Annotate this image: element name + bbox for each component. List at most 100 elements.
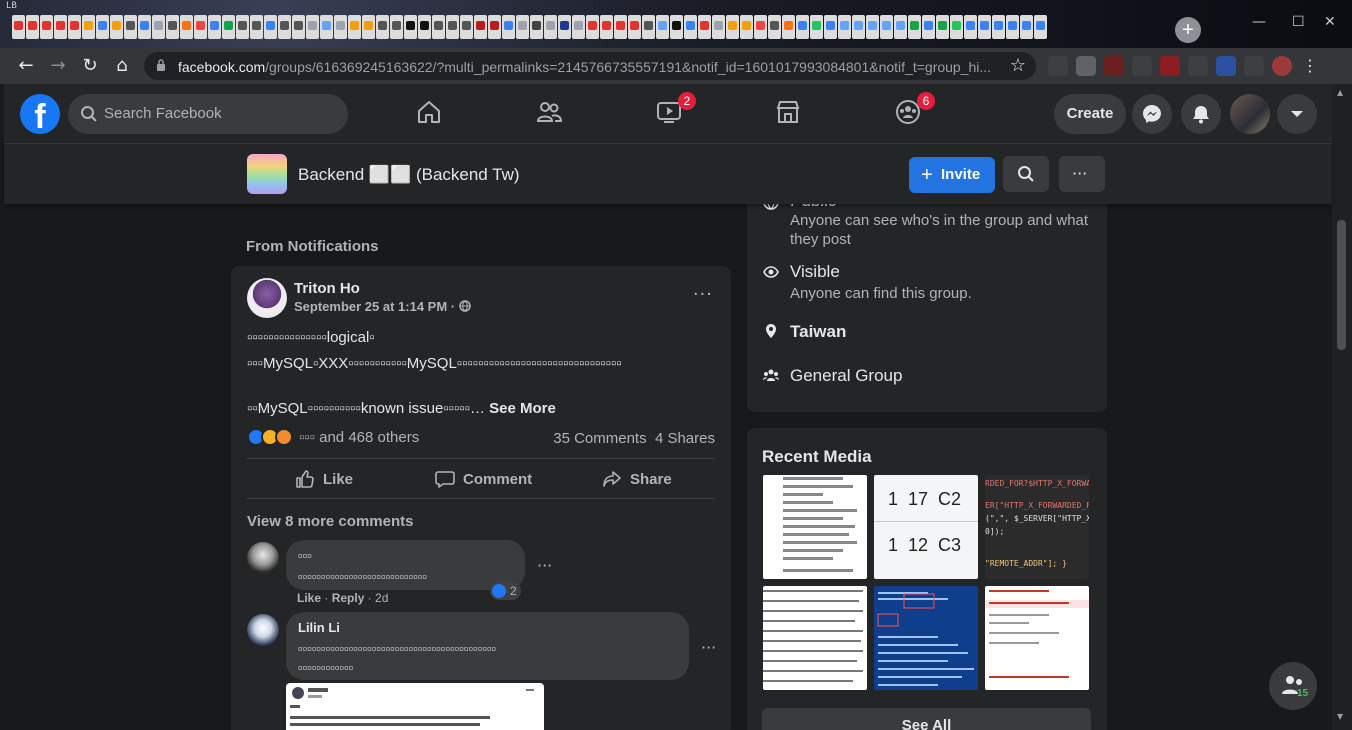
shares-count[interactable]: 4 Shares: [655, 430, 715, 447]
browser-tab[interactable]: [796, 15, 809, 39]
share-button[interactable]: Share: [602, 462, 672, 496]
browser-tab[interactable]: [922, 15, 935, 39]
scroll-up-arrow-icon[interactable]: ▲: [1337, 88, 1343, 97]
comment-button[interactable]: Comment: [435, 462, 532, 496]
browser-tab[interactable]: [516, 15, 529, 39]
browser-tab[interactable]: [222, 15, 235, 39]
browser-tab[interactable]: [124, 15, 137, 39]
browser-tab[interactable]: [670, 15, 683, 39]
browser-tab[interactable]: [474, 15, 487, 39]
browser-tab[interactable]: [698, 15, 711, 39]
browser-tab[interactable]: [418, 15, 431, 39]
media-thumbnail[interactable]: [874, 586, 978, 690]
browser-tab[interactable]: [600, 15, 613, 39]
post-author-avatar[interactable]: [247, 278, 287, 318]
comment-reply-link[interactable]: Reply: [332, 591, 365, 605]
comment-options-icon[interactable]: ···: [701, 638, 716, 657]
browser-tab[interactable]: [460, 15, 473, 39]
group-cover-thumbnail[interactable]: [247, 154, 287, 194]
comment-age[interactable]: 2d: [375, 591, 388, 605]
browser-tab[interactable]: [782, 15, 795, 39]
create-button[interactable]: Create: [1054, 94, 1126, 134]
browser-tab[interactable]: [278, 15, 291, 39]
browser-tab[interactable]: [432, 15, 445, 39]
location-text[interactable]: Taiwan: [790, 322, 846, 342]
browser-tab[interactable]: [726, 15, 739, 39]
browser-tab[interactable]: [26, 15, 39, 39]
browser-tab[interactable]: [376, 15, 389, 39]
extension-icon[interactable]: [1104, 56, 1124, 76]
search-box[interactable]: Search Facebook: [68, 94, 348, 134]
comment-attachment-image[interactable]: [286, 683, 544, 730]
post-timestamp[interactable]: September 25 at 1:14 PM ·: [294, 299, 471, 314]
account-menu-button[interactable]: [1277, 94, 1317, 134]
see-all-media-button[interactable]: See All: [762, 708, 1091, 730]
browser-tab[interactable]: [866, 15, 879, 39]
browser-tab[interactable]: [754, 15, 767, 39]
group-more-button[interactable]: ···: [1059, 156, 1105, 192]
browser-tab[interactable]: [530, 15, 543, 39]
browser-tab[interactable]: [642, 15, 655, 39]
browser-tab[interactable]: [572, 15, 585, 39]
browser-tab[interactable]: [194, 15, 207, 39]
facebook-logo[interactable]: f: [20, 94, 60, 134]
browser-tab[interactable]: [96, 15, 109, 39]
forward-icon[interactable]: →: [46, 54, 70, 78]
extension-icon[interactable]: [1216, 56, 1236, 76]
media-thumbnail[interactable]: [763, 586, 867, 690]
comment-like-link[interactable]: Like: [297, 591, 321, 605]
browser-tab[interactable]: [250, 15, 263, 39]
browser-tab[interactable]: [684, 15, 697, 39]
profile-avatar[interactable]: [1230, 94, 1270, 134]
browser-tab[interactable]: [614, 15, 627, 39]
browser-menu-icon[interactable]: ⋮: [1300, 56, 1320, 76]
browser-tab[interactable]: [292, 15, 305, 39]
browser-tab[interactable]: [712, 15, 725, 39]
home-nav-icon[interactable]: [415, 98, 443, 126]
browser-tab[interactable]: [586, 15, 599, 39]
notifications-button[interactable]: [1181, 94, 1221, 134]
media-thumbnail[interactable]: RDED_FOR?$HTTP_X_FORWAR ER["HTTP_X_FORWA…: [985, 475, 1089, 579]
browser-tab[interactable]: [236, 15, 249, 39]
maximize-icon[interactable]: ☐: [1292, 14, 1305, 30]
browser-tab[interactable]: [348, 15, 361, 39]
browser-tab[interactable]: [390, 15, 403, 39]
browser-tab[interactable]: [152, 15, 165, 39]
browser-tab[interactable]: [950, 15, 963, 39]
see-more-link[interactable]: See More: [489, 400, 556, 417]
extension-icon[interactable]: [1244, 56, 1264, 76]
browser-tab[interactable]: [838, 15, 851, 39]
browser-tab[interactable]: [320, 15, 333, 39]
home-icon[interactable]: ⌂: [110, 54, 134, 78]
browser-tab[interactable]: [768, 15, 781, 39]
browser-tab[interactable]: [740, 15, 753, 39]
post-author-name[interactable]: Triton Ho: [294, 280, 360, 297]
browser-tab[interactable]: [82, 15, 95, 39]
minimize-icon[interactable]: —: [1252, 14, 1266, 30]
browser-tab[interactable]: [908, 15, 921, 39]
browser-tab[interactable]: [852, 15, 865, 39]
browser-tab[interactable]: [166, 15, 179, 39]
commenter-avatar[interactable]: [247, 542, 279, 574]
comment-options-icon[interactable]: ···: [537, 556, 552, 575]
extension-icon[interactable]: [1048, 56, 1068, 76]
profile-avatar-icon[interactable]: [1272, 56, 1292, 76]
friends-nav-icon[interactable]: [535, 98, 563, 126]
media-thumbnail[interactable]: 1 17 C2 1 12 C3: [874, 475, 978, 579]
browser-tab[interactable]: [978, 15, 991, 39]
browser-tab[interactable]: [180, 15, 193, 39]
browser-tab[interactable]: [208, 15, 221, 39]
extension-icon[interactable]: [1188, 56, 1208, 76]
browser-tab[interactable]: [404, 15, 417, 39]
browser-tab[interactable]: [824, 15, 837, 39]
post-options-icon[interactable]: ···: [693, 284, 713, 305]
browser-tab[interactable]: [68, 15, 81, 39]
browser-tab[interactable]: [656, 15, 669, 39]
browser-tab[interactable]: [488, 15, 501, 39]
commenter-name[interactable]: ▫▫▫: [298, 548, 312, 563]
ublock-icon[interactable]: [1160, 56, 1180, 76]
extension-icon[interactable]: [1132, 56, 1152, 76]
back-icon[interactable]: ←: [14, 54, 38, 78]
new-tab-button[interactable]: +: [1175, 17, 1201, 43]
browser-tab[interactable]: [936, 15, 949, 39]
